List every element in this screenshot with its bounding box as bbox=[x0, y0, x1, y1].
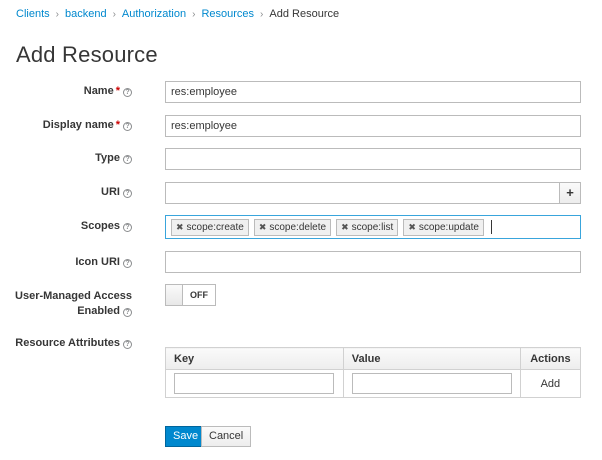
scope-chip-label: scope:create bbox=[186, 221, 244, 233]
help-icon[interactable]: ? bbox=[123, 223, 132, 232]
help-icon[interactable]: ? bbox=[123, 155, 132, 164]
breadcrumb: Clients › backend › Authorization › Reso… bbox=[16, 7, 339, 21]
table-row: Add bbox=[165, 369, 582, 398]
resource-attributes-label-text: Resource Attributes bbox=[15, 337, 120, 349]
scope-chip: ✖ scope:delete bbox=[253, 218, 332, 236]
icon-uri-label: Icon URI? bbox=[75, 255, 132, 269]
name-label: Name *? bbox=[84, 84, 132, 98]
user-managed-label-line1: User-Managed Access bbox=[15, 290, 132, 302]
scope-chip-label: scope:update bbox=[418, 221, 479, 233]
remove-icon[interactable]: ✖ bbox=[259, 222, 267, 233]
breadcrumb-clients[interactable]: Clients bbox=[16, 8, 50, 20]
type-input[interactable] bbox=[165, 148, 581, 170]
column-header-value: Value bbox=[342, 347, 521, 370]
required-marker: * bbox=[115, 85, 120, 97]
display-name-input[interactable]: res:employee bbox=[165, 115, 581, 137]
save-button[interactable]: Save bbox=[165, 426, 207, 447]
user-managed-toggle[interactable]: OFF bbox=[165, 284, 216, 306]
name-input[interactable]: res:employee bbox=[165, 81, 581, 103]
breadcrumb-resources[interactable]: Resources bbox=[201, 8, 254, 20]
help-icon[interactable]: ? bbox=[123, 340, 132, 349]
uri-label-text: URI bbox=[101, 186, 120, 198]
uri-label: URI? bbox=[101, 185, 132, 199]
breadcrumb-separator-icon: › bbox=[192, 8, 196, 20]
column-header-actions: Actions bbox=[519, 347, 582, 370]
help-icon[interactable]: ? bbox=[123, 308, 132, 317]
toggle-state: OFF bbox=[190, 290, 208, 300]
scope-chip-label: scope:delete bbox=[269, 221, 327, 233]
breadcrumb-separator-icon: › bbox=[55, 8, 59, 20]
resource-attributes-label: Resource Attributes? bbox=[15, 336, 132, 350]
required-marker: * bbox=[115, 119, 120, 131]
help-icon[interactable]: ? bbox=[123, 189, 132, 198]
resource-attributes-table: Key Value Actions Add bbox=[165, 347, 582, 398]
scopes-select[interactable]: ✖ scope:create ✖ scope:delete ✖ scope:list … bbox=[165, 215, 581, 239]
key-cell bbox=[165, 369, 344, 398]
icon-uri-input[interactable] bbox=[165, 251, 581, 273]
scope-chip: ✖ scope:list bbox=[336, 218, 399, 236]
help-icon[interactable]: ? bbox=[123, 88, 132, 97]
scopes-label: Scopes? bbox=[81, 219, 132, 233]
display-name-label-text: Display name bbox=[42, 119, 114, 131]
uri-input[interactable] bbox=[165, 182, 560, 204]
breadcrumb-separator-icon: › bbox=[260, 8, 264, 20]
name-label-text: Name bbox=[83, 85, 114, 97]
type-label: Type? bbox=[95, 151, 132, 165]
remove-icon[interactable]: ✖ bbox=[408, 222, 416, 233]
breadcrumb-separator-icon: › bbox=[112, 8, 116, 20]
user-managed-label-line2: Enabled bbox=[77, 305, 120, 317]
breadcrumb-authorization[interactable]: Authorization bbox=[122, 8, 186, 20]
scope-chip: ✖ scope:update bbox=[403, 218, 484, 236]
attribute-key-input[interactable] bbox=[174, 373, 334, 394]
text-caret bbox=[490, 220, 492, 234]
breadcrumb-current: Add Resource bbox=[269, 8, 340, 20]
scope-chip: ✖ scope:create bbox=[171, 218, 249, 236]
add-uri-button[interactable]: + bbox=[559, 182, 581, 204]
icon-uri-label-text: Icon URI bbox=[75, 256, 120, 268]
add-attribute-button[interactable]: Add bbox=[519, 369, 582, 398]
scopes-label-text: Scopes bbox=[80, 220, 120, 232]
attribute-value-input[interactable] bbox=[351, 373, 512, 394]
scope-chip-label: scope:list bbox=[351, 221, 394, 233]
help-icon[interactable]: ? bbox=[123, 122, 132, 131]
value-cell bbox=[342, 369, 521, 398]
help-icon[interactable]: ? bbox=[123, 259, 132, 268]
cancel-button[interactable]: Cancel bbox=[201, 426, 252, 447]
display-name-label: Display name *? bbox=[43, 118, 132, 132]
remove-icon[interactable]: ✖ bbox=[176, 222, 184, 233]
user-managed-label: User-Managed Access bbox=[15, 289, 132, 303]
remove-icon[interactable]: ✖ bbox=[341, 222, 349, 233]
page-title: Add Resource bbox=[16, 42, 158, 67]
toggle-knob bbox=[166, 285, 183, 305]
column-header-key: Key bbox=[165, 347, 344, 370]
breadcrumb-backend[interactable]: backend bbox=[65, 8, 107, 20]
user-managed-label-second-line: Enabled? bbox=[77, 304, 132, 318]
uri-field-group: + bbox=[165, 182, 581, 204]
type-label-text: Type bbox=[95, 152, 120, 164]
table-header-row: Key Value Actions bbox=[165, 347, 582, 370]
